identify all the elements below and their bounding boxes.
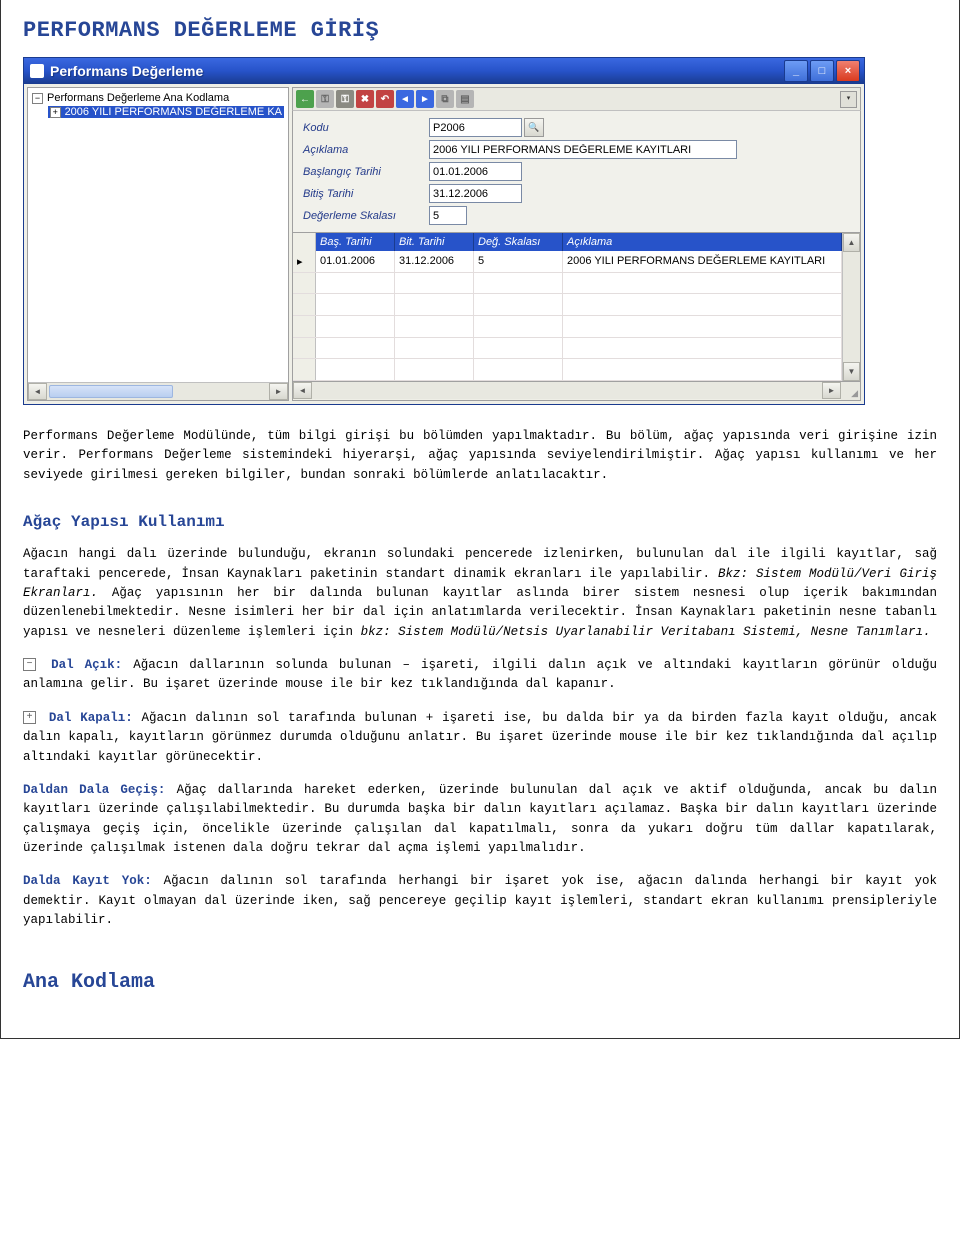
grid-area: Baş. Tarihi Bit. Tarihi Değ. Skalası Açı…	[292, 233, 861, 382]
scroll-up-icon[interactable]: ▲	[843, 233, 860, 252]
grid-rowhandle-header	[293, 233, 316, 251]
close-button[interactable]: ×	[836, 60, 860, 82]
cancel-icon[interactable]: ↶	[376, 90, 394, 108]
section-title-agac: Ağaç Yapısı Kullanımı	[23, 513, 937, 531]
app-window: Performans Değerleme _ □ × − Performans …	[23, 57, 865, 405]
label-aciklama: Açıklama	[299, 142, 429, 158]
table-row[interactable]	[293, 272, 842, 294]
input-kodu[interactable]	[429, 118, 522, 137]
window-title: Performans Değerleme	[50, 63, 784, 79]
tree-item-selected[interactable]: + 2006 YILI PERFORMANS DEĞERLEME KA	[48, 106, 284, 118]
paragraph-daldan-dala: Daldan Dala Geçiş: Ağaç dallarında harek…	[23, 781, 937, 859]
label-bitis: Bitiş Tarihi	[299, 186, 429, 202]
grid-header-bas[interactable]: Baş. Tarihi	[316, 233, 395, 251]
tree-hscroll[interactable]: ◄ ►	[28, 382, 288, 400]
scroll-left-icon[interactable]: ◄	[293, 382, 312, 399]
grid-header-skala[interactable]: Değ. Skalası	[474, 233, 563, 251]
delete-icon[interactable]: ✖	[356, 90, 374, 108]
nav-next-icon[interactable]: ►	[416, 90, 434, 108]
cell-bas[interactable]: 01.01.2006	[316, 251, 395, 272]
input-baslangic[interactable]	[429, 162, 522, 181]
cell-aciklama[interactable]: 2006 YILI PERFORMANS DEĞERLEME KAYITLARI	[563, 251, 842, 272]
app-icon	[30, 64, 44, 78]
form-area: Kodu 🔍 Açıklama Başlangıç Tarihi Bitiş T…	[292, 111, 861, 233]
grid-table[interactable]: Baş. Tarihi Bit. Tarihi Değ. Skalası Açı…	[293, 233, 842, 381]
toolbar: ← ⚿ ⚿ ✖ ↶ ◄ ► ⧉ ▤ ▾	[292, 87, 861, 111]
grid-vscroll[interactable]: ▲ ▼	[842, 233, 860, 381]
label-skala: Değerleme Skalası	[299, 208, 429, 224]
cell-bit[interactable]: 31.12.2006	[395, 251, 474, 272]
paragraph-agac: Ağacın hangi dalı üzerinde bulunduğu, ek…	[23, 545, 937, 642]
resize-grip-icon[interactable]: ◢	[841, 382, 860, 400]
paragraph-intro: Performans Değerleme Modülünde, tüm bilg…	[23, 427, 937, 485]
grid-header-bit[interactable]: Bit. Tarihi	[395, 233, 474, 251]
key2-icon[interactable]: ⚿	[336, 90, 354, 108]
label-dal-kapali: Dal Kapalı:	[49, 711, 133, 725]
scroll-left-icon[interactable]: ◄	[28, 383, 47, 400]
label-kayit-yok: Dalda Kayıt Yok:	[23, 874, 152, 888]
table-row[interactable]	[293, 337, 842, 359]
ref-sistem-netsis: bkz: Sistem Modülü/Netsis Uyarlanabilir …	[361, 625, 931, 639]
doc-title: PERFORMANS DEĞERLEME GİRİŞ	[23, 18, 937, 43]
titlebar: Performans Değerleme _ □ ×	[24, 58, 864, 84]
label-kodu: Kodu	[299, 120, 429, 136]
table-row[interactable]: ▸ 01.01.2006 31.12.2006 5 2006 YILI PERF…	[293, 251, 842, 272]
copy-icon[interactable]: ⧉	[436, 90, 454, 108]
nav-prev-icon[interactable]: ◄	[396, 90, 414, 108]
tree-panel: − Performans Değerleme Ana Kodlama + 200…	[27, 87, 289, 401]
label-baslangic: Başlangıç Tarihi	[299, 164, 429, 180]
input-skala[interactable]	[429, 206, 467, 225]
input-aciklama[interactable]	[429, 140, 737, 159]
expand-icon[interactable]: +	[50, 107, 61, 118]
lookup-button[interactable]: 🔍	[524, 118, 544, 137]
label-dal-acik: Dal Açık:	[51, 658, 122, 672]
tree-root[interactable]: − Performans Değerleme Ana Kodlama	[32, 92, 284, 104]
scroll-thumb[interactable]	[49, 385, 173, 398]
table-row[interactable]	[293, 315, 842, 337]
row-handle[interactable]: ▸	[293, 251, 316, 272]
back-icon[interactable]: ←	[296, 90, 314, 108]
label-daldan-dala: Daldan Dala Geçiş:	[23, 783, 165, 797]
grid-hscroll[interactable]: ◄ ►	[293, 382, 841, 399]
plus-icon: +	[23, 711, 36, 724]
paragraph-dal-acik: − Dal Açık: Ağacın dallarının solunda bu…	[23, 656, 937, 695]
collapse-icon[interactable]: −	[32, 93, 43, 104]
toolbar-dropdown-icon[interactable]: ▾	[840, 91, 857, 108]
tree-root-label: Performans Değerleme Ana Kodlama	[47, 92, 229, 104]
minus-icon: −	[23, 658, 36, 671]
doc-icon[interactable]: ▤	[456, 90, 474, 108]
minimize-button[interactable]: _	[784, 60, 808, 82]
section-title-ana-kodlama: Ana Kodlama	[23, 971, 937, 994]
paragraph-kayit-yok: Dalda Kayıt Yok: Ağacın dalının sol tara…	[23, 872, 937, 930]
cell-skala[interactable]: 5	[474, 251, 563, 272]
table-row[interactable]	[293, 294, 842, 316]
tree-item-label: 2006 YILI PERFORMANS DEĞERLEME KA	[65, 106, 282, 118]
scroll-right-icon[interactable]: ►	[822, 382, 841, 399]
grid-header-aciklama[interactable]: Açıklama	[563, 233, 842, 251]
maximize-button[interactable]: □	[810, 60, 834, 82]
scroll-right-icon[interactable]: ►	[269, 383, 288, 400]
input-bitis[interactable]	[429, 184, 522, 203]
scroll-down-icon[interactable]: ▼	[843, 362, 860, 381]
key-icon[interactable]: ⚿	[316, 90, 334, 108]
paragraph-dal-kapali: + Dal Kapalı: Ağacın dalının sol tarafın…	[23, 709, 937, 767]
table-row[interactable]	[293, 359, 842, 381]
